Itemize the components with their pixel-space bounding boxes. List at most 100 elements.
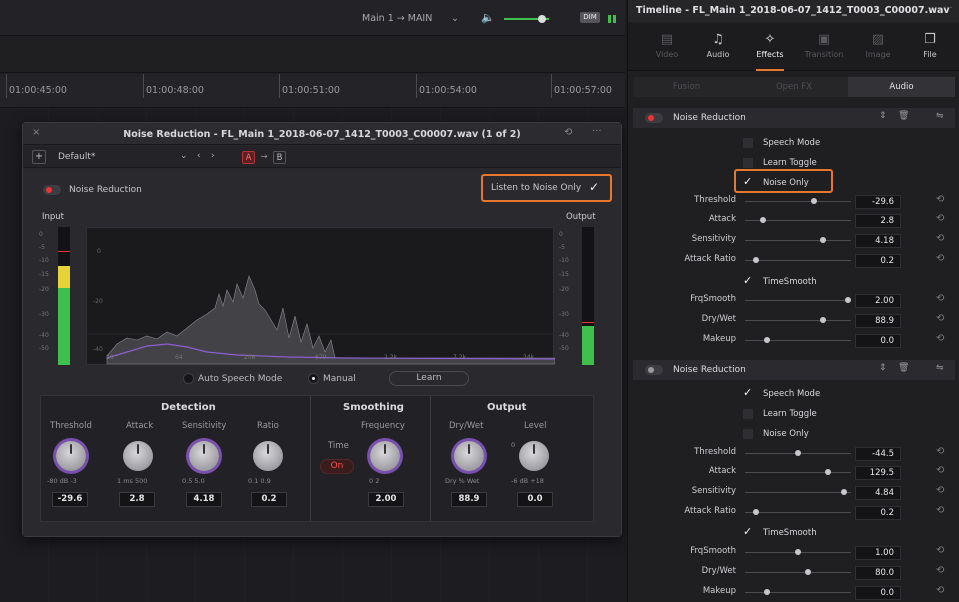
reset-icon[interactable]: ⟲	[936, 485, 944, 496]
chevron-down-icon[interactable]: ⌄	[451, 13, 459, 24]
trash-icon[interactable]: 🗑	[898, 363, 909, 373]
threshold-knob[interactable]	[56, 441, 86, 471]
speech-mode-checkbox[interactable]	[743, 386, 753, 399]
next-preset-icon[interactable]: ›	[211, 151, 215, 161]
slider-handle[interactable]	[760, 217, 766, 223]
attack-value[interactable]: 2.8	[119, 492, 155, 507]
reset-icon[interactable]: ⟲	[936, 194, 944, 205]
param-slider[interactable]	[745, 572, 851, 573]
param-slider[interactable]	[745, 320, 851, 321]
bus-route[interactable]: Main 1 → MAIN	[362, 13, 432, 24]
param-value-field[interactable]: 0.2	[855, 254, 901, 268]
trash-icon[interactable]: 🗑	[898, 111, 909, 121]
slider-handle[interactable]	[764, 337, 770, 343]
more-options-icon[interactable]: ···	[592, 126, 602, 137]
compare-b-button[interactable]: B	[273, 151, 286, 164]
sensitivity-value[interactable]: 4.18	[186, 492, 222, 507]
reset-icon[interactable]: ⟲	[936, 565, 944, 576]
level-value[interactable]: 0.0	[517, 492, 553, 507]
frequency-value[interactable]: 2.00	[368, 492, 404, 507]
param-slider[interactable]	[745, 592, 851, 593]
param-slider[interactable]	[745, 240, 851, 241]
param-value-field[interactable]: -44.5	[855, 447, 901, 461]
slider-handle[interactable]	[805, 569, 811, 575]
drywet-knob[interactable]	[454, 441, 484, 471]
param-value-field[interactable]: 2.8	[855, 214, 901, 228]
sensitivity-knob[interactable]	[189, 441, 219, 471]
reset-icon[interactable]: ⟲	[936, 545, 944, 556]
param-value-field[interactable]: 0.0	[855, 586, 901, 600]
dim-button[interactable]: DIM	[580, 12, 600, 23]
learn-toggle-checkbox[interactable]	[743, 158, 753, 168]
more-options-icon[interactable]: ···	[943, 3, 953, 14]
slider-handle[interactable]	[753, 509, 759, 515]
param-slider[interactable]	[745, 201, 851, 202]
slider-handle[interactable]	[825, 469, 831, 475]
listen-noise-checkbox[interactable]: ✓	[589, 180, 599, 194]
slider-handle[interactable]	[820, 237, 826, 243]
param-value-field[interactable]: 4.18	[855, 234, 901, 248]
learn-button[interactable]: Learn	[389, 371, 469, 386]
chevron-down-icon[interactable]: ⌄	[180, 151, 188, 161]
drywet-value[interactable]: 88.9	[451, 492, 487, 507]
reset-icon[interactable]: ⟲	[564, 127, 572, 138]
timesmooth-checkbox[interactable]	[743, 274, 753, 287]
param-slider[interactable]	[745, 492, 851, 493]
param-value-field[interactable]: 4.84	[855, 486, 901, 500]
slider-handle[interactable]	[811, 198, 817, 204]
noise-reduction-enable-toggle[interactable]	[43, 185, 61, 195]
reset-icon[interactable]: ⟲	[936, 213, 944, 224]
param-value-field[interactable]: -29.6	[855, 195, 901, 209]
learn-toggle-checkbox[interactable]	[743, 409, 753, 419]
tab-video[interactable]: ▤ Video	[641, 23, 693, 71]
ratio-knob[interactable]	[253, 441, 283, 471]
param-slider[interactable]	[745, 512, 851, 513]
reset-icon[interactable]: ⟲	[936, 253, 944, 264]
slider-handle[interactable]	[795, 549, 801, 555]
level-knob[interactable]	[519, 441, 549, 471]
tab-image[interactable]: ▨ Image	[852, 23, 904, 71]
param-value-field[interactable]: 1.00	[855, 546, 901, 560]
compare-a-button[interactable]: A	[242, 151, 255, 164]
tab-transition[interactable]: ▣ Transition	[798, 23, 850, 71]
param-value-field[interactable]: 2.00	[855, 294, 901, 308]
slider-handle[interactable]	[795, 450, 801, 456]
slider-handle[interactable]	[764, 589, 770, 595]
speech-mode-checkbox[interactable]	[743, 138, 753, 148]
updown-icon[interactable]: ⇕	[879, 111, 887, 121]
param-slider[interactable]	[745, 472, 851, 473]
time-smooth-toggle[interactable]: On	[320, 459, 354, 474]
param-slider[interactable]	[745, 340, 851, 341]
tab-file[interactable]: ❒ File	[904, 23, 956, 71]
param-value-field[interactable]: 0.0	[855, 334, 901, 348]
param-value-field[interactable]: 129.5	[855, 466, 901, 480]
panel-enable-toggle[interactable]	[645, 365, 663, 375]
subtab-audio[interactable]: Audio	[848, 77, 955, 97]
param-slider[interactable]	[745, 300, 851, 301]
reset-icon[interactable]: ⟲	[936, 505, 944, 516]
preset-select[interactable]: Default*	[58, 152, 95, 162]
previous-preset-icon[interactable]: ‹	[197, 151, 201, 161]
noise-only-checkbox[interactable]	[743, 429, 753, 439]
auto-speech-mode-radio[interactable]	[183, 373, 194, 384]
frequency-knob[interactable]	[370, 441, 400, 471]
noise-reduction-panel-header[interactable]: Noise Reduction ⇕ 🗑 ⇋	[633, 108, 955, 128]
timesmooth-checkbox[interactable]	[743, 525, 753, 538]
threshold-value[interactable]: -29.6	[52, 492, 88, 507]
reset-icon[interactable]: ⇋	[936, 363, 944, 373]
tab-effects[interactable]: ✧ Effects	[744, 23, 796, 71]
slider-handle[interactable]	[845, 297, 851, 303]
reset-icon[interactable]: ⟲	[936, 233, 944, 244]
param-value-field[interactable]: 88.9	[855, 314, 901, 328]
reset-icon[interactable]: ⟲	[936, 585, 944, 596]
slider-handle[interactable]	[820, 317, 826, 323]
reset-icon[interactable]: ⟲	[936, 313, 944, 324]
param-value-field[interactable]: 0.2	[855, 506, 901, 520]
add-preset-button[interactable]: +	[32, 150, 46, 164]
attack-knob[interactable]	[123, 441, 153, 471]
reset-icon[interactable]: ⟲	[936, 465, 944, 476]
reset-icon[interactable]: ⟲	[936, 446, 944, 457]
noise-only-checkbox[interactable]	[743, 175, 753, 188]
reset-icon[interactable]: ⟲	[936, 333, 944, 344]
slider-handle[interactable]	[841, 489, 847, 495]
